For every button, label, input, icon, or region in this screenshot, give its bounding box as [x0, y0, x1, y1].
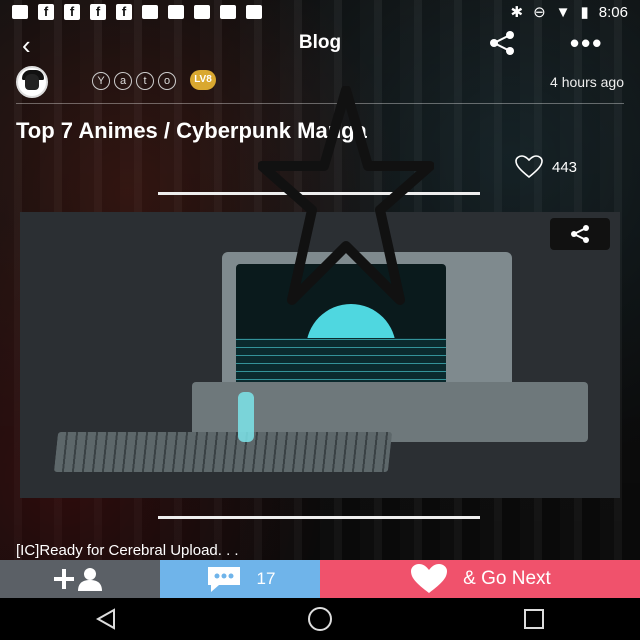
page-title: Blog [298, 32, 342, 53]
like-and-next-button[interactable]: & Go Next [320, 560, 640, 598]
system-icons: ✱ ⊖ ▼ ▮ 8:06 [510, 3, 628, 22]
facebook-icon: f [90, 4, 106, 20]
system-nav-bar [0, 598, 640, 640]
timestamp: 4 hours ago [550, 74, 624, 90]
comments-count: 17 [256, 569, 276, 588]
keyboard-illustration [53, 432, 393, 472]
avatar[interactable] [16, 66, 48, 98]
status-bar: f f f f ✱ ⊖ ▼ ▮ 8:06 [0, 0, 640, 24]
facebook-icon: f [64, 4, 80, 20]
facebook-icon: f [116, 4, 132, 20]
home-circle-icon[interactable] [306, 605, 334, 633]
star-outline-icon[interactable] [258, 86, 434, 306]
bottom-action-bar: 17 & Go Next [0, 560, 640, 598]
image-icon [246, 5, 262, 19]
follow-button[interactable] [0, 560, 160, 598]
like-count: 443 [552, 158, 578, 176]
clock: 8:06 [598, 3, 628, 21]
like-counter[interactable]: 443 [514, 155, 577, 179]
share-icon[interactable] [488, 30, 516, 61]
image-share-button[interactable] [550, 218, 610, 250]
chat-icon [12, 5, 28, 19]
battery-icon: ▮ [580, 4, 589, 21]
figurine-illustration [238, 392, 254, 442]
share-icon [571, 225, 589, 243]
add-user-icon [54, 568, 102, 591]
section-rule [158, 516, 480, 519]
next-label: & Go Next [463, 568, 551, 589]
recents-square-icon[interactable] [522, 607, 546, 631]
comments-button[interactable]: 17 [160, 560, 320, 598]
notification-icons: f f f f [12, 4, 262, 20]
heart-icon [411, 564, 448, 593]
notification-icon [168, 5, 184, 19]
back-triangle-icon[interactable] [94, 607, 118, 631]
level-badge: LV8 [190, 70, 216, 90]
heart-outline-icon [515, 155, 543, 179]
facebook-icon: f [38, 4, 54, 20]
do-not-disturb-icon: ⊖ [533, 4, 546, 21]
comment-icon [207, 567, 240, 592]
more-options-icon[interactable]: ••• [570, 28, 603, 59]
wifi-icon: ▼ [555, 3, 571, 21]
notification-icon [194, 5, 210, 19]
post-caption: [IC]Ready for Cerebral Upload. . . [16, 542, 239, 559]
author-name[interactable]: Y a t o [92, 72, 176, 90]
notification-icon [142, 5, 158, 19]
notification-icon [220, 5, 236, 19]
bluetooth-icon: ✱ [510, 4, 524, 21]
app-header: ‹ Blog ••• [0, 24, 640, 62]
